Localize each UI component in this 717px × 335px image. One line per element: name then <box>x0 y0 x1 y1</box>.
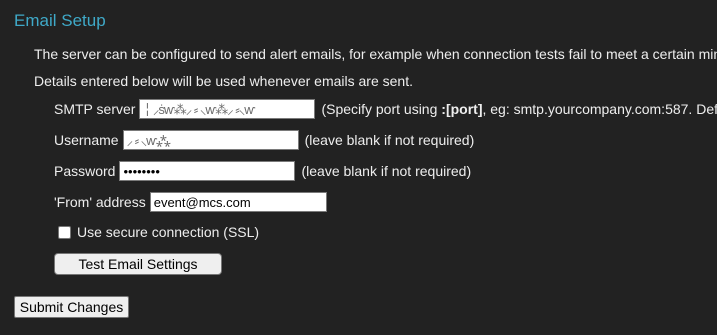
smtp-hint-port: :[port] <box>441 101 483 117</box>
smtp-server-hint: (Specify port using :[port], eg: smtp.yo… <box>321 101 717 117</box>
password-input[interactable] <box>119 161 296 181</box>
secure-connection-row[interactable]: Use secure connection (SSL) <box>58 224 259 240</box>
from-address-row: 'From' address <box>54 191 327 213</box>
username-hint: (leave blank if not required) <box>304 132 475 148</box>
secure-connection-label: Use secure connection (SSL) <box>77 224 260 240</box>
from-address-label: 'From' address <box>54 194 146 210</box>
password-label: Password <box>54 163 116 179</box>
description-line-2: Details entered below will be used whene… <box>34 73 413 89</box>
email-setup-page: Email Setup The server can be configured… <box>0 0 717 335</box>
smtp-server-row: SMTP server (Specify port using :[port],… <box>54 98 717 120</box>
secure-connection-checkbox[interactable] <box>58 225 71 239</box>
smtp-server-label: SMTP server <box>54 101 136 117</box>
username-row: Username (leave blank if not required) <box>54 129 474 151</box>
username-input[interactable] <box>122 130 299 150</box>
test-email-settings-button[interactable]: Test Email Settings <box>54 253 222 275</box>
smtp-server-input[interactable] <box>139 99 316 119</box>
password-hint: (leave blank if not required) <box>301 163 472 179</box>
description-line-1: The server can be configured to send ale… <box>34 46 717 62</box>
smtp-hint-suffix: , eg: smtp.yourcompany.com:587. Def <box>482 101 717 117</box>
page-title: Email Setup <box>14 11 106 30</box>
smtp-hint-prefix: (Specify port using <box>321 101 442 117</box>
username-label: Username <box>54 132 119 148</box>
password-row: Password (leave blank if not required) <box>54 160 471 182</box>
submit-changes-button[interactable]: Submit Changes <box>14 296 129 318</box>
from-address-input[interactable] <box>149 192 327 212</box>
